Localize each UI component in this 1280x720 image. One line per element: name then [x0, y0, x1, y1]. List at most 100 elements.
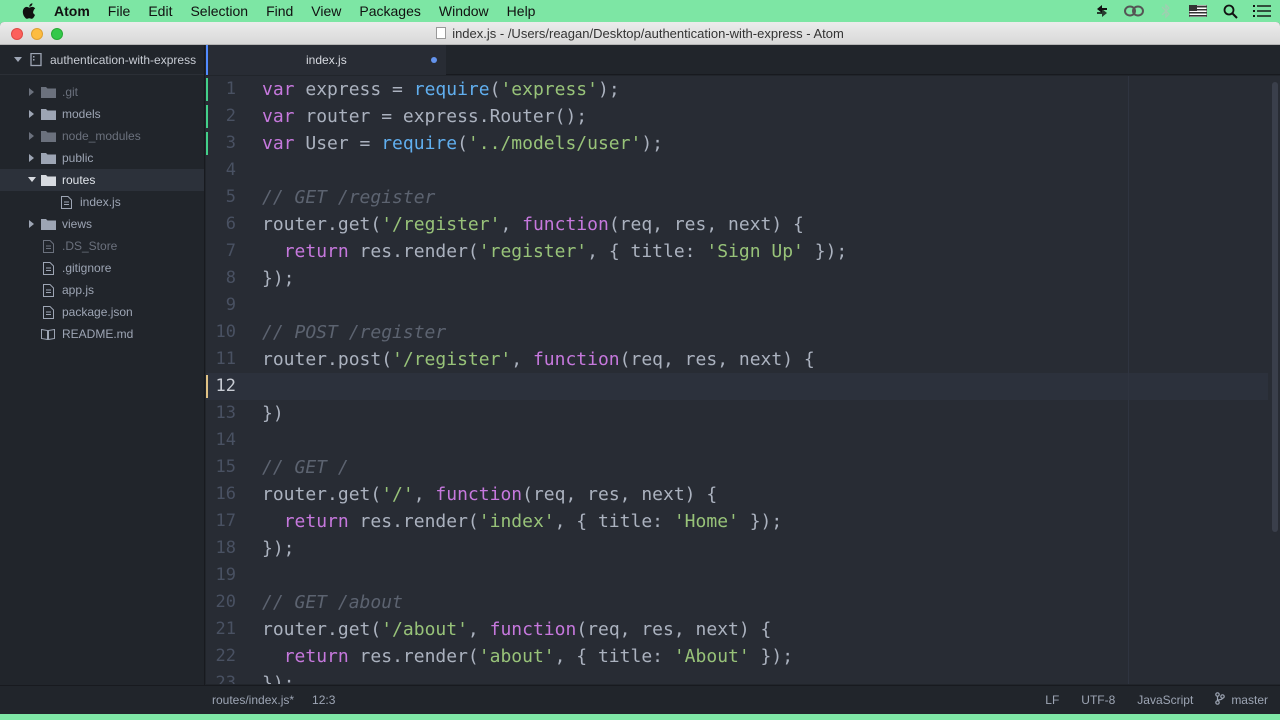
apple-icon[interactable]	[18, 3, 40, 19]
line-number[interactable]: 23	[206, 670, 246, 684]
modified-indicator[interactable]	[431, 57, 437, 63]
status-file-path[interactable]: routes/index.js*	[212, 693, 294, 707]
menu-help[interactable]: Help	[498, 0, 545, 22]
line-number[interactable]: 5	[206, 184, 246, 211]
tree-item-package-json[interactable]: package.json	[0, 301, 204, 323]
status-grammar[interactable]: JavaScript	[1137, 693, 1193, 707]
list-icon[interactable]	[1252, 3, 1272, 19]
flag-icon[interactable]	[1188, 3, 1208, 19]
maximize-window-button[interactable]	[51, 28, 63, 40]
code-line[interactable]: router.post('/register', function(req, r…	[262, 346, 1280, 373]
line-number[interactable]: 9	[206, 292, 246, 319]
tree-item-routes[interactable]: routes	[0, 169, 204, 191]
tree-item-readme[interactable]: README.md	[0, 323, 204, 345]
line-number[interactable]: 1	[206, 76, 246, 103]
file-icon	[58, 195, 74, 209]
menu-file[interactable]: File	[99, 0, 140, 22]
line-number[interactable]: 4	[206, 157, 246, 184]
line-number[interactable]: 18	[206, 535, 246, 562]
chevron-right-icon[interactable]	[24, 154, 40, 162]
menu-selection[interactable]: Selection	[181, 0, 257, 22]
chevron-right-icon[interactable]	[24, 88, 40, 96]
menu-packages[interactable]: Packages	[350, 0, 429, 22]
status-encoding[interactable]: UTF-8	[1081, 693, 1115, 707]
line-number[interactable]: 7	[206, 238, 246, 265]
line-number[interactable]: 22	[206, 643, 246, 670]
folder-icon	[40, 107, 56, 121]
chevron-right-icon[interactable]	[24, 110, 40, 118]
status-line-ending[interactable]: LF	[1045, 693, 1059, 707]
tree-item-gitignore[interactable]: .gitignore	[0, 257, 204, 279]
code-line[interactable]: return res.render('about', { title: 'Abo…	[262, 643, 1280, 670]
line-number[interactable]: 11	[206, 346, 246, 373]
menu-app[interactable]: Atom	[40, 0, 99, 22]
line-number[interactable]: 21	[206, 616, 246, 643]
line-number[interactable]: 3	[206, 130, 246, 157]
vertical-scrollbar[interactable]	[1270, 76, 1280, 684]
code-lines[interactable]: var express = require('express'); var rou…	[262, 76, 1280, 684]
tree-item-views[interactable]: views	[0, 213, 204, 235]
code-line[interactable]	[262, 562, 1280, 589]
code-line[interactable]: });	[262, 265, 1280, 292]
tree-item-routes-index-js[interactable]: index.js	[0, 191, 204, 213]
line-number[interactable]: 2	[206, 103, 246, 130]
code-line[interactable]: var router = express.Router();	[262, 103, 1280, 130]
close-window-button[interactable]	[11, 28, 23, 40]
menu-window[interactable]: Window	[430, 0, 498, 22]
code-line[interactable]	[262, 427, 1280, 454]
tree-item-models[interactable]: models	[0, 103, 204, 125]
code-line[interactable]	[262, 373, 1280, 400]
code-line[interactable]: router.get('/', function(req, res, next)…	[262, 481, 1280, 508]
minimize-window-button[interactable]	[31, 28, 43, 40]
tree-item-ds-store[interactable]: .DS_Store	[0, 235, 204, 257]
status-branch[interactable]: master	[1215, 692, 1268, 708]
status-cursor-position[interactable]: 12:3	[312, 693, 335, 707]
tree-item-app-js[interactable]: app.js	[0, 279, 204, 301]
line-number[interactable]: 14	[206, 427, 246, 454]
code-line[interactable]: // POST /register	[262, 319, 1280, 346]
code-line[interactable]: // GET /	[262, 454, 1280, 481]
code-line[interactable]: var express = require('express');	[262, 76, 1280, 103]
line-number[interactable]: 10	[206, 319, 246, 346]
chevron-down-icon[interactable]	[24, 177, 40, 183]
code-editor[interactable]: 1 2 3 4 5 6 7 8 9 10 11 12 13 14 15 16 17 18 19 20 21 22 23 va…	[206, 76, 1280, 684]
tree-item-node-modules[interactable]: node_modules	[0, 125, 204, 147]
code-line[interactable]: router.get('/about', function(req, res, …	[262, 616, 1280, 643]
tree-item-git[interactable]: .git	[0, 81, 204, 103]
tab-index-js[interactable]: index.js	[206, 45, 446, 75]
tree-item-public[interactable]: public	[0, 147, 204, 169]
code-line[interactable]	[262, 157, 1280, 184]
code-line[interactable]: // GET /register	[262, 184, 1280, 211]
project-root[interactable]: authentication-with-express	[0, 45, 204, 75]
sync-icon[interactable]	[1092, 3, 1112, 19]
line-number[interactable]: 19	[206, 562, 246, 589]
line-number[interactable]: 17	[206, 508, 246, 535]
chevron-right-icon[interactable]	[24, 132, 40, 140]
menu-find[interactable]: Find	[257, 0, 302, 22]
line-number[interactable]: 8	[206, 265, 246, 292]
line-number[interactable]: 12	[206, 373, 246, 400]
code-line[interactable]	[262, 292, 1280, 319]
line-number[interactable]: 6	[206, 211, 246, 238]
search-icon[interactable]	[1220, 3, 1240, 19]
menu-view[interactable]: View	[302, 0, 350, 22]
line-number[interactable]: 16	[206, 481, 246, 508]
line-number[interactable]: 15	[206, 454, 246, 481]
chevron-right-icon[interactable]	[24, 220, 40, 228]
code-line[interactable]: var User = require('../models/user');	[262, 130, 1280, 157]
code-line[interactable]: router.get('/register', function(req, re…	[262, 211, 1280, 238]
code-line[interactable]: return res.render('index', { title: 'Hom…	[262, 508, 1280, 535]
line-number-gutter[interactable]: 1 2 3 4 5 6 7 8 9 10 11 12 13 14 15 16 17 18 19 20 21 22 23	[206, 76, 246, 684]
code-line[interactable]: // GET /about	[262, 589, 1280, 616]
infinity-icon[interactable]	[1124, 3, 1144, 19]
code-line[interactable]: })	[262, 400, 1280, 427]
line-number[interactable]: 20	[206, 589, 246, 616]
code-line[interactable]: });	[262, 670, 1280, 684]
code-line[interactable]: return res.render('register', { title: '…	[262, 238, 1280, 265]
bluetooth-icon[interactable]	[1156, 3, 1176, 19]
chevron-down-icon[interactable]	[10, 56, 26, 63]
code-line[interactable]: });	[262, 535, 1280, 562]
menu-edit[interactable]: Edit	[139, 0, 181, 22]
line-number[interactable]: 13	[206, 400, 246, 427]
scrollbar-thumb[interactable]	[1272, 82, 1278, 532]
